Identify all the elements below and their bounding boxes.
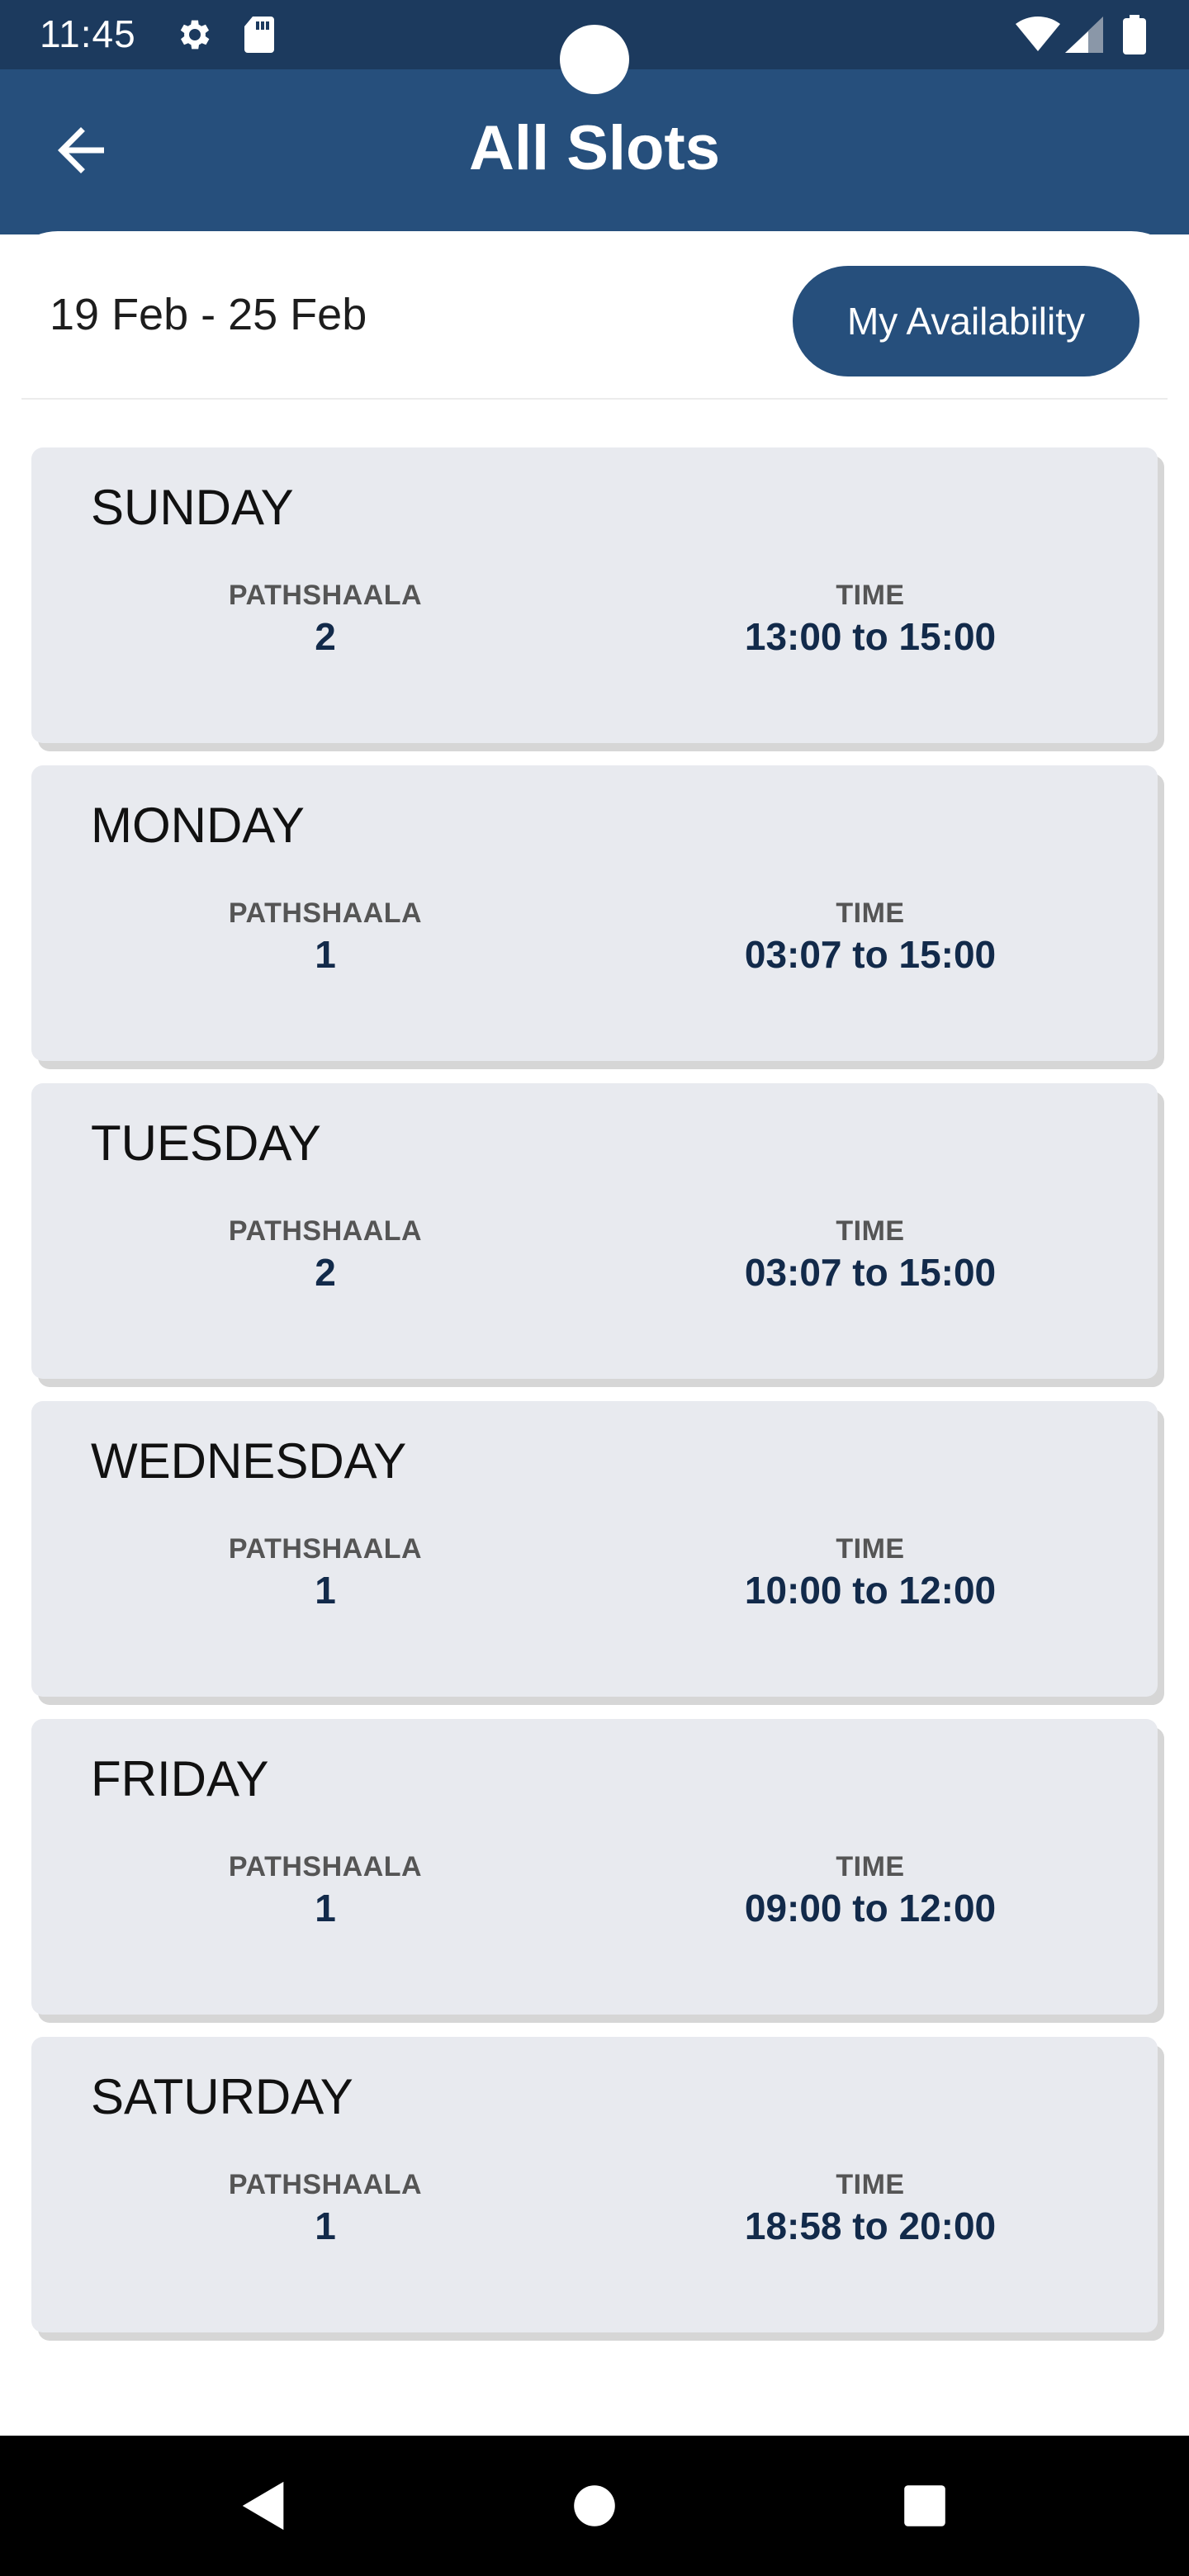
- app-bar: All Slots: [0, 69, 1189, 234]
- pathshaala-label: PATHSHAALA: [228, 897, 423, 929]
- content-sheet: 19 Feb - 25 Feb My Availability SUNDAY P…: [0, 231, 1189, 2436]
- pathshaala-value: 1: [315, 1569, 336, 1612]
- slot-card-sunday[interactable]: SUNDAY PATHSHAALA 2 TIME 13:00 to 15:00: [31, 447, 1158, 743]
- time-label: TIME: [836, 1533, 905, 1565]
- back-triangle-icon: [242, 2481, 284, 2531]
- time-label: TIME: [836, 1215, 905, 1247]
- gear-icon: [175, 15, 215, 59]
- home-circle-icon: [574, 2485, 615, 2526]
- pathshaala-label: PATHSHAALA: [228, 580, 423, 611]
- pathshaala-value: 1: [315, 2204, 336, 2247]
- slot-card-monday[interactable]: MONDAY PATHSHAALA 1 TIME 03:07 to 15:00: [31, 765, 1158, 1061]
- wifi-icon: [1016, 16, 1060, 57]
- pathshaala-value: 1: [315, 1887, 336, 1930]
- slot-card-tuesday[interactable]: TUESDAY PATHSHAALA 2 TIME 03:07 to 15:00: [31, 1083, 1158, 1379]
- time-label: TIME: [836, 897, 905, 929]
- day-name: WEDNESDAY: [91, 1433, 407, 1489]
- time-label: TIME: [836, 2169, 905, 2200]
- time-value: 03:07 to 15:00: [744, 933, 997, 976]
- pathshaala-label: PATHSHAALA: [228, 1851, 423, 1882]
- nav-home-button[interactable]: [566, 2477, 623, 2535]
- nav-recents-button[interactable]: [896, 2477, 954, 2535]
- time-value: 18:58 to 20:00: [744, 2204, 997, 2247]
- nav-back-button[interactable]: [235, 2477, 293, 2535]
- time-label: TIME: [836, 580, 905, 611]
- battery-icon: [1123, 15, 1146, 59]
- system-nav-bar: [0, 2436, 1189, 2576]
- pathshaala-value: 2: [315, 1251, 336, 1294]
- time-value: 13:00 to 15:00: [744, 615, 997, 658]
- pathshaala-label: PATHSHAALA: [228, 1533, 423, 1565]
- signal-icon: [1065, 17, 1103, 57]
- pathshaala-label: PATHSHAALA: [228, 2169, 423, 2200]
- pathshaala-label: PATHSHAALA: [228, 1215, 423, 1247]
- pathshaala-value: 1: [315, 933, 336, 976]
- pathshaala-value: 2: [315, 615, 336, 658]
- time-value: 09:00 to 12:00: [744, 1887, 997, 1930]
- week-range-label: 19 Feb - 25 Feb: [50, 290, 367, 339]
- sd-card-icon: [243, 15, 276, 59]
- status-time: 11:45: [40, 12, 136, 55]
- my-availability-button[interactable]: My Availability: [793, 266, 1139, 376]
- time-value: 03:07 to 15:00: [744, 1251, 997, 1294]
- day-name: MONDAY: [91, 798, 305, 853]
- day-name: TUESDAY: [91, 1115, 321, 1171]
- time-label: TIME: [836, 1851, 905, 1882]
- time-value: 10:00 to 12:00: [744, 1569, 997, 1612]
- recents-square-icon: [904, 2485, 945, 2526]
- slot-card-saturday[interactable]: SATURDAY PATHSHAALA 1 TIME 18:58 to 20:0…: [31, 2037, 1158, 2332]
- header-divider: [21, 398, 1168, 400]
- slot-card-wednesday[interactable]: WEDNESDAY PATHSHAALA 1 TIME 10:00 to 12:…: [31, 1401, 1158, 1697]
- day-name: SUNDAY: [91, 480, 294, 535]
- app-screen: 11:45 All Slots 19 Feb - 25 Feb My Avail…: [0, 0, 1189, 2576]
- slot-card-friday[interactable]: FRIDAY PATHSHAALA 1 TIME 09:00 to 12:00: [31, 1719, 1158, 2015]
- camera-cutout: [560, 25, 629, 94]
- page-title: All Slots: [468, 113, 721, 183]
- day-name: FRIDAY: [91, 1751, 269, 1807]
- day-name: SATURDAY: [91, 2069, 353, 2124]
